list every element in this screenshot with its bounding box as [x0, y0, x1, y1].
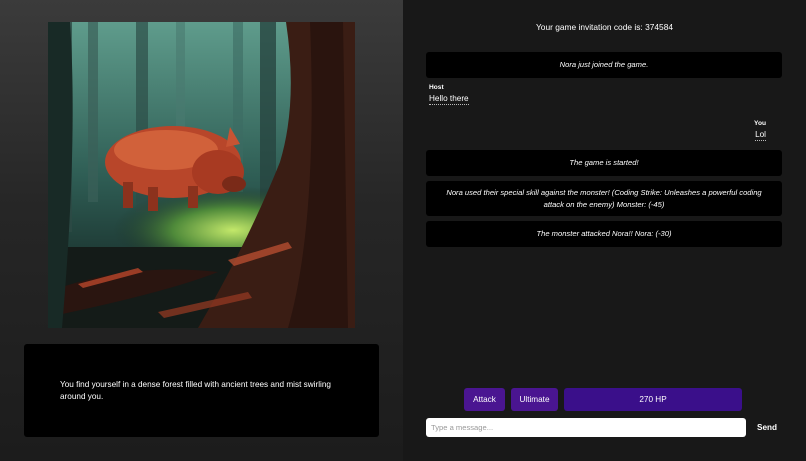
attack-button[interactable]: Attack [464, 388, 505, 411]
system-message-text: The monster attacked Nora!! Nora: (-30) [536, 229, 672, 239]
message-composer: Send [426, 418, 777, 437]
chat-message-you: You Lol [754, 120, 766, 141]
message-input[interactable] [426, 418, 746, 437]
invitation-text: Your game invitation code is: 374584 [535, 22, 674, 32]
system-message: Nora just joined the game. [426, 52, 782, 78]
narration-box: You find yourself in a dense forest fill… [24, 344, 379, 437]
ultimate-button[interactable]: Ultimate [511, 388, 558, 411]
message-text: Lol [755, 130, 766, 141]
hp-text: 270 HP [639, 395, 667, 404]
system-message: The monster attacked Nora!! Nora: (-30) [426, 221, 782, 247]
message-author: You [754, 120, 766, 127]
story-panel: You find yourself in a dense forest fill… [0, 0, 403, 461]
hp-indicator: 270 HP [564, 388, 742, 411]
action-bar: Attack Ultimate 270 HP [464, 388, 742, 411]
system-message-text: The game is started! [569, 158, 639, 168]
game-chat-panel: Your game invitation code is: 374584 Nor… [403, 0, 806, 461]
forest-boar-illustration [48, 22, 355, 328]
message-text: Hello there [429, 94, 469, 105]
system-message: Nora used their special skill against th… [426, 181, 782, 216]
send-button[interactable]: Send [757, 423, 777, 432]
scene-image [48, 22, 355, 328]
message-author: Host [429, 84, 444, 91]
system-message-text: Nora just joined the game. [559, 60, 649, 70]
chat-message-host: Host Hello there [429, 84, 469, 105]
system-message: The game is started! [426, 150, 782, 176]
invitation-code: Your game invitation code is: 374584 [403, 22, 806, 32]
system-message-text: Nora used their special skill against th… [446, 188, 762, 209]
narration-text: You find yourself in a dense forest fill… [60, 379, 331, 401]
